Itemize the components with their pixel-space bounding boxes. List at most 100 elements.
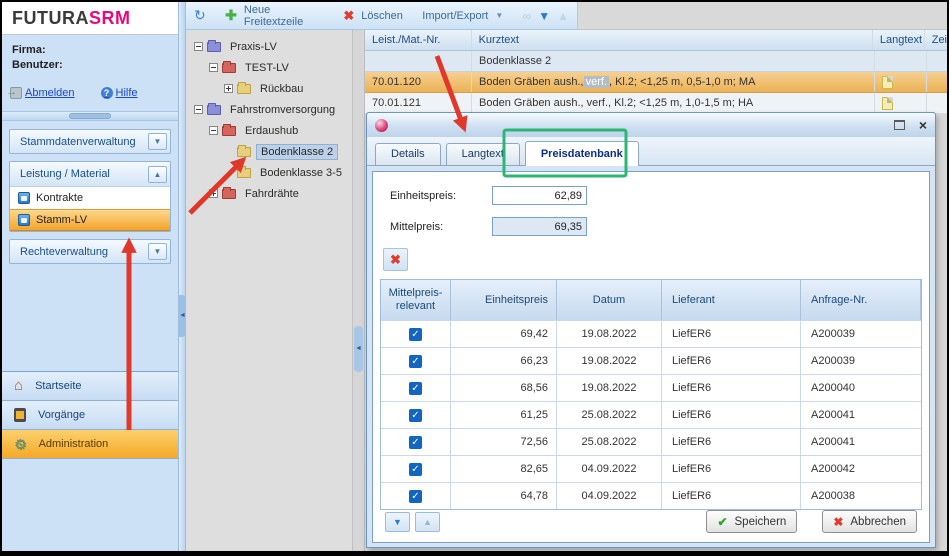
panel-leistung-material-header[interactable]: Leistung / Material ▲ (10, 162, 170, 187)
collapse-left-icon[interactable]: ◄ (354, 326, 363, 372)
sidebar-item-stamm-lv[interactable]: Stamm-LV (10, 209, 170, 231)
tree-item[interactable]: Fahrdrähte (190, 183, 352, 204)
tree-item[interactable]: Bodenklasse 2 (190, 141, 352, 162)
move-up-icon[interactable]: ▲ (557, 9, 569, 23)
sidebar-item-kontrakte[interactable]: Kontrakte (10, 187, 170, 209)
preisdatenbank-dialog: × Details Langtext Preisdatenbank Einhei… (366, 112, 936, 548)
app-logo: FUTURA SRM (2, 2, 178, 35)
price-grid-row[interactable]: ✓64,7804.09.2022LiefER6A200038 (381, 482, 921, 509)
chevron-up-icon[interactable]: ▲ (148, 166, 167, 183)
collapse-left-icon[interactable]: ◄ (179, 295, 186, 337)
cell-mittelpreis-relevant: ✓ (381, 402, 451, 428)
delete-price-row-button[interactable]: ✖ (383, 248, 408, 271)
splitter-grip[interactable] (69, 113, 111, 119)
price-grid-row[interactable]: ✓69,4219.08.2022LiefER6A200039 (381, 320, 921, 347)
tab-langtext[interactable]: Langtext (446, 143, 520, 165)
collapse-icon[interactable] (209, 126, 218, 135)
help-link[interactable]: ? Hilfe (101, 87, 138, 99)
langtext-note-icon[interactable] (882, 97, 893, 110)
tree-item[interactable]: Erdaushub (190, 120, 352, 141)
nav-item-startseite[interactable]: ⌂ Startseite (2, 372, 178, 401)
chevron-down-icon[interactable]: ▼ (148, 243, 167, 260)
column-header-einheitspreis[interactable]: Einheitspreis (451, 280, 557, 320)
cell-datum: 04.09.2022 (557, 456, 662, 482)
tree-item[interactable]: Bodenklasse 3-5 (190, 162, 352, 183)
delete-button[interactable]: Löschen (361, 10, 403, 22)
price-grid-row[interactable]: ✓68,5619.08.2022LiefER6A200040 (381, 374, 921, 401)
grid-header-row: Mittelpreis-relevant Einheitspreis Datum… (381, 280, 921, 320)
column-header-mittelpreis-relevant[interactable]: Mittelpreis-relevant (381, 280, 451, 320)
expand-icon[interactable] (224, 84, 233, 93)
dialog-title-bar[interactable]: × (367, 113, 935, 137)
sidebar-tree-splitter[interactable]: ◄ (178, 2, 186, 551)
tab-preisdatenbank[interactable]: Preisdatenbank (525, 141, 639, 166)
price-grid-row[interactable]: ✓72,5625.08.2022LiefER6A200041 (381, 428, 921, 455)
nav-item-administration[interactable]: ⚙ Administration (2, 430, 178, 459)
import-export-menu[interactable]: Import/Export (422, 10, 488, 22)
tab-details[interactable]: Details (375, 143, 441, 165)
add-icon[interactable]: ✚ (225, 7, 237, 24)
einheitspreis-input[interactable] (492, 186, 587, 205)
sidebar-item-label: Kontrakte (36, 192, 83, 204)
tree-item[interactable]: Rückbau (190, 78, 352, 99)
checkbox-checked[interactable]: ✓ (409, 463, 422, 476)
checkbox-checked[interactable]: ✓ (409, 409, 422, 422)
column-header-anfrage-nr[interactable]: Anfrage-Nr. (801, 280, 921, 320)
mittelpreis-label: Mittelpreis: (390, 221, 492, 233)
tree-item[interactable]: Praxis-LV (190, 36, 352, 57)
collapse-icon[interactable] (194, 105, 203, 114)
link-icon[interactable]: ∞ (523, 9, 532, 23)
column-header-kurztext[interactable]: Kurztext (472, 30, 873, 50)
move-up-button[interactable]: ▲ (415, 512, 440, 532)
cell-einheitspreis: 68,56 (451, 375, 557, 401)
tree-item[interactable]: TEST-LV (190, 57, 352, 78)
chevron-down-icon[interactable]: ▼ (495, 11, 503, 20)
logout-link[interactable]: Abmelden (10, 87, 75, 99)
tree-item[interactable]: Fahrstromversorgung (190, 99, 352, 120)
nav-item-label: Startseite (35, 380, 81, 392)
move-down-button[interactable]: ▼ (385, 512, 410, 532)
expand-icon[interactable] (209, 189, 218, 198)
price-grid-row[interactable]: ✓66,2319.08.2022LiefER6A200039 (381, 347, 921, 374)
save-button[interactable]: ✔ Speichern (706, 510, 797, 533)
close-icon[interactable]: × (919, 119, 927, 131)
checkbox-checked[interactable]: ✓ (409, 436, 422, 449)
sidebar-horizontal-splitter[interactable] (2, 111, 178, 121)
column-header-zei[interactable]: Zei (925, 30, 947, 50)
price-grid-row[interactable]: ✓82,6504.09.2022LiefER6A200042 (381, 455, 921, 482)
cell-langtext (875, 51, 927, 71)
table-row[interactable]: 70.01.120Boden Gräben aush., verf., Kl.2… (365, 72, 947, 93)
checkbox-checked[interactable]: ✓ (409, 382, 422, 395)
table-row[interactable]: 70.01.121Boden Gräben aush., verf., Kl.2… (365, 93, 947, 114)
checkbox-checked[interactable]: ✓ (409, 490, 422, 503)
column-header-datum[interactable]: Datum (557, 280, 662, 320)
langtext-note-icon[interactable] (882, 76, 893, 89)
move-down-icon[interactable]: ▼ (538, 9, 550, 23)
checkbox-checked[interactable]: ✓ (409, 355, 422, 368)
cell-anfrage-nr: A200039 (801, 321, 921, 347)
panel-stammdatenverwaltung[interactable]: Stammdatenverwaltung ▼ (9, 129, 171, 154)
nav-item-vorgaenge[interactable]: Vorgänge (2, 401, 178, 430)
help-link-label: Hilfe (116, 87, 138, 99)
panel-rechteverwaltung[interactable]: Rechteverwaltung ▼ (9, 239, 171, 264)
tree-main-splitter[interactable]: ◄ (352, 30, 365, 551)
cell-anfrage-nr: A200041 (801, 402, 921, 428)
checkbox-checked[interactable]: ✓ (409, 328, 422, 341)
collapse-icon[interactable] (209, 63, 218, 72)
maximize-icon[interactable] (894, 120, 905, 130)
cell-mittelpreis-relevant: ✓ (381, 483, 451, 509)
table-row[interactable]: Bodenklasse 2 (365, 51, 947, 72)
chevron-down-icon[interactable]: ▼ (148, 133, 167, 150)
delete-icon[interactable]: ✖ (343, 8, 354, 24)
price-grid-row[interactable]: ✓61,2525.08.2022LiefER6A200041 (381, 401, 921, 428)
collapse-icon[interactable] (194, 42, 203, 51)
tree-item-label: Bodenklasse 2 (256, 144, 338, 160)
logout-icon (10, 87, 22, 99)
cancel-button[interactable]: ✖ Abbrechen (822, 510, 917, 533)
column-header-leist-mat-nr[interactable]: Leist./Mat.-Nr. (365, 30, 472, 50)
refresh-icon[interactable]: ↻ (194, 7, 206, 24)
help-icon: ? (101, 87, 113, 99)
column-header-langtext[interactable]: Langtext (873, 30, 925, 50)
new-freitextzeile-button[interactable]: Neue Freitextzeile (244, 4, 324, 28)
column-header-lieferant[interactable]: Lieferant (662, 280, 801, 320)
